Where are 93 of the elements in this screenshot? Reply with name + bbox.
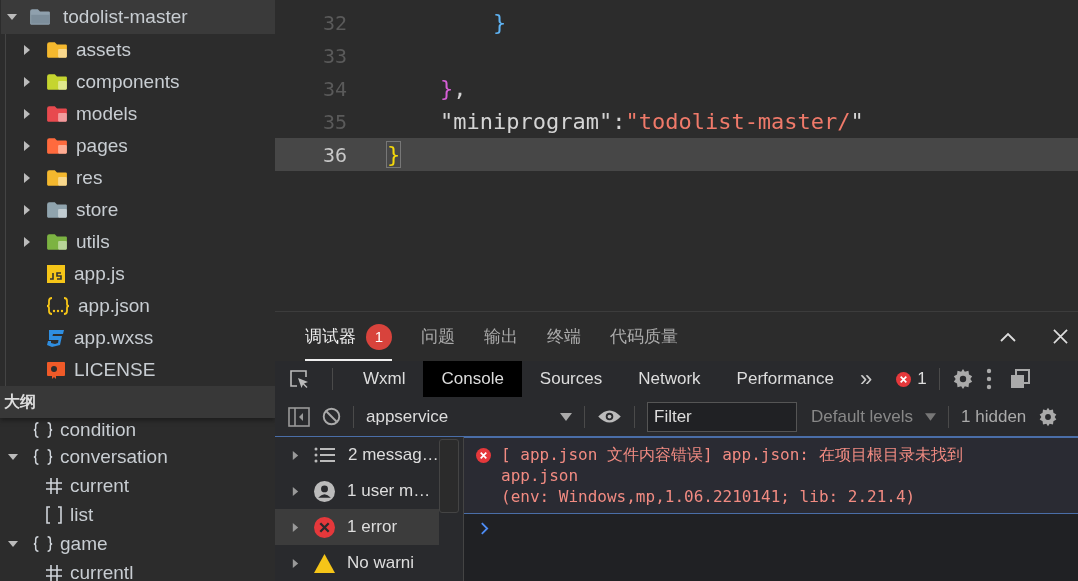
expand-arrow-icon[interactable] [8, 451, 18, 462]
expand-arrow-icon[interactable] [22, 45, 32, 55]
devtools-tab[interactable]: Console [423, 361, 522, 397]
error-icon [896, 371, 912, 387]
tree-item[interactable]: assets [5, 34, 275, 66]
error-text: app.json [501, 465, 580, 486]
error-icon [314, 516, 335, 538]
tree-item[interactable]: store [5, 194, 275, 226]
panel-tab[interactable]: 终端 [547, 312, 581, 361]
error-count[interactable]: 1 [917, 369, 927, 389]
close-icon[interactable] [1053, 329, 1068, 344]
expand-arrow-icon[interactable] [22, 77, 32, 87]
panel-tab[interactable]: 代码质量 [610, 312, 678, 361]
expand-arrow-icon[interactable] [22, 237, 32, 247]
devtools-tab[interactable]: Performance [718, 361, 852, 397]
warning-icon [314, 553, 335, 573]
settings-icon[interactable] [951, 368, 974, 390]
code-text: : [612, 109, 626, 134]
outline-item[interactable]: currentl [0, 558, 275, 581]
message-filter-item[interactable]: 2 messag… [275, 437, 439, 473]
hash-icon [44, 475, 64, 496]
error-text: [ app.json 文件内容错误] app.json: 在项目根目录未找到 [501, 444, 963, 465]
outline-item[interactable]: condition [0, 418, 275, 442]
levels-dropdown[interactable]: Default levels [811, 406, 914, 427]
expand-arrow-icon[interactable] [7, 12, 17, 22]
collapse-icon[interactable] [1000, 331, 1016, 342]
expand-arrow-icon[interactable] [22, 109, 32, 119]
tree-item[interactable]: res [5, 162, 275, 194]
expand-arrow-icon[interactable] [22, 141, 32, 151]
expand-arrow-icon[interactable] [291, 558, 300, 568]
code-text: } [491, 10, 507, 35]
tree-item[interactable]: components [5, 66, 275, 98]
dropdown-caret-icon[interactable] [925, 412, 937, 421]
devtools-tab[interactable]: Network [620, 361, 719, 397]
tree-item[interactable]: utils [5, 226, 275, 258]
code-text: "miniprogram" [438, 109, 613, 134]
outline-item[interactable]: game [0, 529, 275, 558]
code-text: , [453, 76, 467, 101]
inspect-icon[interactable] [288, 368, 310, 390]
devtools-tab[interactable]: Wxml [345, 361, 424, 397]
code-text: " [850, 109, 864, 134]
tree-item[interactable]: models [5, 98, 275, 130]
expand-arrow-icon[interactable] [291, 522, 300, 532]
code-text: "todolist-master/ [625, 109, 851, 134]
scrollbar[interactable] [439, 439, 459, 513]
braces-icon [32, 446, 54, 467]
filter-field[interactable]: Filter [647, 401, 797, 432]
context-dropdown[interactable]: appservice [366, 406, 548, 427]
braces-file-icon [46, 296, 70, 316]
message-filter-item[interactable]: No warni [275, 545, 439, 581]
sidebar-toggle-icon[interactable] [288, 406, 310, 427]
braces-icon [32, 533, 54, 554]
outline-item[interactable]: conversation [0, 442, 275, 471]
eye-icon[interactable] [597, 409, 622, 424]
expand-arrow-icon[interactable] [22, 205, 32, 215]
line-number: 36 [321, 142, 348, 167]
user-icon [314, 480, 335, 502]
tree-item[interactable]: pages [5, 130, 275, 162]
hash-icon [44, 562, 64, 581]
tree-item[interactable]: app.js [5, 258, 275, 290]
certificate-icon [46, 360, 66, 380]
css-file-icon [46, 328, 66, 348]
expand-arrow-icon[interactable] [291, 450, 300, 460]
settings-icon[interactable] [1038, 406, 1059, 427]
more-options-icon[interactable] [985, 368, 992, 390]
prompt-chevron-icon[interactable] [480, 522, 489, 535]
braces-icon [32, 420, 54, 440]
js-file-icon [46, 264, 66, 284]
message-filter-item[interactable]: 1 user m… [275, 473, 439, 509]
message-filter-item[interactable]: 1 error [275, 509, 439, 545]
panel-tab[interactable]: 问题 [421, 312, 455, 361]
code-text: } [438, 76, 454, 101]
list-icon [314, 446, 336, 464]
error-icon [476, 448, 491, 463]
folder-icon [29, 8, 51, 26]
count-badge: 1 [366, 323, 392, 350]
code-text: } [387, 142, 401, 167]
devtools-tab[interactable]: Sources [521, 361, 621, 397]
panel-tab[interactable]: 输出 [484, 312, 518, 361]
more-tabs-button[interactable]: » [859, 366, 873, 392]
outline-item[interactable]: list [0, 500, 275, 529]
hidden-count: 1 hidden [961, 406, 1027, 427]
outline-item[interactable]: current [0, 471, 275, 500]
outline-header: 大纲 [0, 386, 275, 418]
dock-icon[interactable] [1009, 369, 1030, 389]
dropdown-caret-icon[interactable] [560, 412, 572, 421]
clear-console-icon[interactable] [322, 407, 341, 426]
expand-arrow-icon[interactable] [8, 538, 18, 549]
tree-item[interactable]: todolist-master [1, 0, 275, 34]
expand-arrow-icon[interactable] [291, 486, 300, 496]
error-text: (env: Windows,mp,1.06.2210141; lib: 2.21.4) [501, 486, 917, 507]
brackets-icon [44, 504, 64, 525]
expand-arrow-icon[interactable] [22, 173, 32, 183]
